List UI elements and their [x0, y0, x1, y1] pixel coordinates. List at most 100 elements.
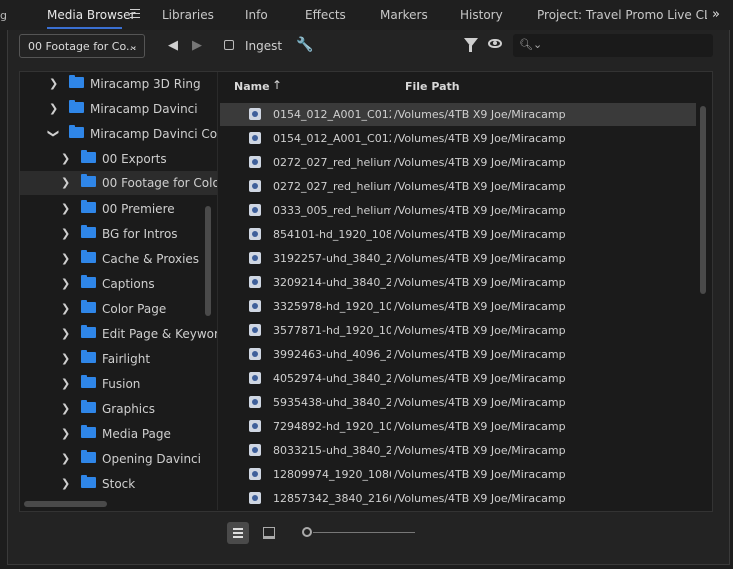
file-path: /Volumes/4TB X9 Joe/Miracamp: [394, 396, 566, 409]
tree-item[interactable]: ❯ BG for Intros: [20, 222, 217, 246]
chevron-right-icon[interactable]: ❯: [61, 176, 70, 189]
chevron-right-icon[interactable]: ❯: [49, 102, 58, 115]
clip-icon: [249, 156, 261, 168]
file-path: /Volumes/4TB X9 Joe/Miracamp: [394, 348, 566, 361]
file-row[interactable]: 0154_012_A001_C012 /Volumes/4TB X9 Joe/M…: [220, 127, 696, 150]
chevron-right-icon[interactable]: ❯: [61, 352, 70, 365]
file-list-vertical-scrollbar[interactable]: [700, 106, 706, 294]
tree-item[interactable]: ❯ 00 Exports: [20, 147, 217, 171]
file-row[interactable]: 0272_027_red_helium /Volumes/4TB X9 Joe/…: [220, 151, 696, 174]
clip-icon: [249, 492, 261, 504]
search-input[interactable]: 🔍︎⌄: [513, 34, 713, 57]
file-row[interactable]: 12857342_3840_2160_ /Volumes/4TB X9 Joe/…: [220, 487, 696, 510]
tree-item[interactable]: ❯ Stock: [20, 472, 217, 496]
tree-item-label: Opening Davinci: [102, 452, 201, 466]
icon-view-icon[interactable]: [263, 527, 275, 539]
tab-effects[interactable]: Effects: [305, 8, 346, 22]
clip-icon: [249, 228, 261, 240]
tree-item[interactable]: ❯ Edit Page & Keyword: [20, 322, 217, 346]
file-row[interactable]: 3209214-uhd_3840_21 /Volumes/4TB X9 Joe/…: [220, 271, 696, 294]
pane-divider[interactable]: [217, 72, 218, 510]
tree-item[interactable]: ❯ Miracamp Davinci: [20, 97, 217, 121]
tab-history[interactable]: History: [460, 8, 503, 22]
file-row[interactable]: 3992463-uhd_4096_21 /Volumes/4TB X9 Joe/…: [220, 343, 696, 366]
folder-icon: [81, 275, 96, 288]
tree-item[interactable]: ❯ Opening Davinci: [20, 447, 217, 471]
tree-horizontal-scrollbar[interactable]: [24, 501, 107, 507]
tree-item[interactable]: ❯ Captions: [20, 272, 217, 296]
tree-item-label: Color Page: [102, 302, 167, 316]
folder-icon: [81, 225, 96, 238]
folder-icon: [69, 125, 84, 138]
file-row[interactable]: 3192257-uhd_3840_21 /Volumes/4TB X9 Joe/…: [220, 247, 696, 270]
file-row[interactable]: 3577871-hd_1920_108 /Volumes/4TB X9 Joe/…: [220, 319, 696, 342]
chevron-right-icon[interactable]: ❯: [61, 277, 70, 290]
location-dropdown[interactable]: 00 Footage for Co... ⌄: [19, 34, 145, 58]
tree-item[interactable]: ❯ Miracamp 3D Ring: [20, 72, 217, 96]
chevron-right-icon[interactable]: ❯: [61, 452, 70, 465]
column-header-name[interactable]: Name: [234, 80, 270, 93]
file-row[interactable]: 12809974_1920_1080_ /Volumes/4TB X9 Joe/…: [220, 463, 696, 486]
tree-item[interactable]: ❯ Color Page: [20, 297, 217, 321]
chevron-right-icon[interactable]: ❯: [49, 77, 58, 90]
file-row[interactable]: 4052974-uhd_3840_21 /Volumes/4TB X9 Joe/…: [220, 367, 696, 390]
chevron-right-icon[interactable]: ❯: [61, 477, 70, 490]
file-row[interactable]: 0333_005_red_helium /Volumes/4TB X9 Joe/…: [220, 199, 696, 222]
tab-info[interactable]: Info: [245, 8, 268, 22]
tree-item-label: Cache & Proxies: [102, 252, 200, 266]
tree-item-selected[interactable]: ❯ 00 Footage for Color: [20, 171, 217, 195]
tab-markers[interactable]: Markers: [380, 8, 428, 22]
chevron-right-icon[interactable]: ❯: [61, 152, 70, 165]
file-path: /Volumes/4TB X9 Joe/Miracamp: [394, 420, 566, 433]
clip-icon: [249, 180, 261, 192]
chevron-right-icon[interactable]: ❯: [61, 252, 70, 265]
chevron-right-icon[interactable]: ❯: [61, 377, 70, 390]
file-row[interactable]: 0272_027_red_helium /Volumes/4TB X9 Joe/…: [220, 175, 696, 198]
column-header-file-path[interactable]: File Path: [405, 80, 460, 93]
zoom-slider-track[interactable]: [313, 532, 415, 533]
tree-item-label: Miracamp 3D Ring: [90, 77, 201, 91]
file-name: 4052974-uhd_3840_21: [273, 372, 391, 385]
tree-item[interactable]: ❯ Miracamp Davinci Course: [20, 122, 217, 146]
clip-icon: [249, 444, 261, 456]
chevron-right-icon[interactable]: ❯: [61, 227, 70, 240]
chevron-down-icon[interactable]: ❯: [47, 129, 60, 138]
tree-item-label: BG for Intros: [102, 227, 178, 241]
chevron-right-icon[interactable]: ❯: [61, 202, 70, 215]
tree-item[interactable]: ❯ Fairlight: [20, 347, 217, 371]
file-row-selected[interactable]: 0154_012_A001_C012 /Volumes/4TB X9 Joe/M…: [220, 103, 696, 126]
arrow-left-icon[interactable]: ◀: [168, 38, 178, 53]
tab-media-browser[interactable]: Media Browser: [47, 8, 135, 22]
file-name: 3209214-uhd_3840_21: [273, 276, 391, 289]
tab-libraries[interactable]: Libraries: [162, 8, 214, 22]
tree-item[interactable]: ❯ Graphics: [20, 397, 217, 421]
file-path: /Volumes/4TB X9 Joe/Miracamp: [394, 300, 566, 313]
folder-icon: [81, 350, 96, 363]
sort-arrow-up-icon[interactable]: ↑: [272, 78, 282, 92]
zoom-slider-handle[interactable]: [302, 527, 312, 537]
list-view-icon[interactable]: [227, 522, 249, 544]
chevron-right-icon[interactable]: ❯: [61, 302, 70, 315]
ingest-label: Ingest: [245, 39, 283, 53]
chevron-right-icon[interactable]: ❯: [61, 327, 70, 340]
wrench-icon[interactable]: 🔧: [296, 37, 313, 53]
tree-item[interactable]: ❯ Fusion: [20, 372, 217, 396]
file-row[interactable]: 8033215-uhd_3840_21 /Volumes/4TB X9 Joe/…: [220, 439, 696, 462]
file-row[interactable]: 7294892-hd_1920_108 /Volumes/4TB X9 Joe/…: [220, 415, 696, 438]
tree-item[interactable]: ❯ Cache & Proxies: [20, 247, 217, 271]
ingest-checkbox[interactable]: [224, 40, 234, 50]
chevron-right-icon[interactable]: ❯: [61, 402, 70, 415]
file-row[interactable]: 854101-hd_1920_1080 /Volumes/4TB X9 Joe/…: [220, 223, 696, 246]
file-row[interactable]: 3325978-hd_1920_108 /Volumes/4TB X9 Joe/…: [220, 295, 696, 318]
chevron-right-icon[interactable]: ❯: [61, 427, 70, 440]
tree-vertical-scrollbar[interactable]: [205, 206, 211, 316]
arrow-right-icon[interactable]: ▶: [192, 38, 202, 53]
file-row[interactable]: 5935438-uhd_3840_21 /Volumes/4TB X9 Joe/…: [220, 391, 696, 414]
tree-item[interactable]: ❯ 00 Premiere: [20, 197, 217, 221]
tab-project[interactable]: Project: Travel Promo Live CLass 02: [537, 8, 707, 22]
double-chevron-right-icon[interactable]: »: [712, 7, 720, 22]
hamburger-menu-icon[interactable]: [130, 9, 140, 19]
filter-icon-stem: [469, 45, 472, 52]
tree-item-label: 00 Footage for Color: [102, 176, 217, 190]
tree-item[interactable]: ❯ Media Page: [20, 422, 217, 446]
